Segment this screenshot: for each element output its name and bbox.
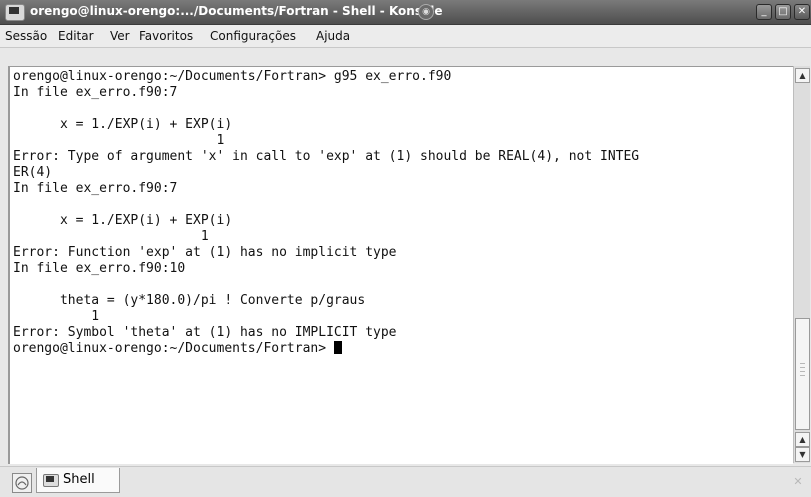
- pin-icon[interactable]: ◉: [418, 4, 434, 20]
- menu-editar[interactable]: Editar: [58, 29, 94, 43]
- scrollbar-thumb[interactable]: [795, 318, 810, 430]
- scrollbar-grip: [800, 363, 805, 364]
- terminal-line: In file ex_erro.f90:7: [13, 181, 178, 196]
- terminal-line: 1: [13, 229, 209, 244]
- terminal-line: In file ex_erro.f90:7: [13, 85, 178, 100]
- terminal-line: 1: [13, 309, 100, 324]
- maximize-button[interactable]: □: [775, 4, 791, 20]
- scroll-down-button[interactable]: ▼: [795, 447, 810, 462]
- terminal-line: Error: Type of argument 'x' in call to '…: [13, 149, 640, 164]
- scroll-up-button[interactable]: ▲: [795, 68, 810, 83]
- terminal-line: Error: Function 'exp' at (1) has no impl…: [13, 245, 397, 260]
- menu-favoritos[interactable]: Favoritos: [139, 29, 193, 43]
- menu-sessao[interactable]: Sessão: [5, 29, 47, 43]
- new-session-button[interactable]: [12, 473, 32, 493]
- scrollbar-grip: [800, 371, 805, 372]
- close-session-button[interactable]: ✕: [791, 475, 805, 489]
- menu-configuracoes[interactable]: Configurações: [210, 29, 296, 43]
- menu-bar: Sessão Editar Ver Favoritos Configuraçõe…: [0, 25, 811, 48]
- terminal-icon: [43, 474, 59, 487]
- terminal-line: Error: Symbol 'theta' at (1) has no IMPL…: [13, 325, 397, 340]
- terminal-line: 1: [13, 133, 225, 148]
- terminal-line: In file ex_erro.f90:10: [13, 261, 186, 276]
- menu-ajuda[interactable]: Ajuda: [316, 29, 350, 43]
- terminal-prompt: orengo@linux-orengo:~/Documents/Fortran>: [13, 341, 334, 356]
- scrollbar-grip: [800, 367, 805, 368]
- terminal-line: x = 1./EXP(i) + EXP(i): [13, 213, 233, 228]
- session-tab-bar: Shell ✕: [0, 466, 811, 497]
- title-bar[interactable]: orengo@linux-orengo:.../Documents/Fortra…: [0, 0, 811, 25]
- terminal-line: theta = (y*180.0)/pi ! Converte p/graus: [13, 293, 366, 308]
- close-window-button[interactable]: ✕: [794, 4, 810, 20]
- tab-label: Shell: [63, 472, 95, 487]
- window-title: orengo@linux-orengo:.../Documents/Fortra…: [30, 4, 443, 18]
- tab-shell[interactable]: Shell: [36, 468, 120, 493]
- terminal-prompt-line: orengo@linux-orengo:~/Documents/Fortran>: [13, 341, 342, 357]
- terminal-line: x = 1./EXP(i) + EXP(i): [13, 117, 233, 132]
- konsole-app-icon[interactable]: [5, 4, 25, 21]
- vertical-scrollbar[interactable]: ▲ ▲ ▼: [793, 66, 810, 463]
- terminal-line: orengo@linux-orengo:~/Documents/Fortran>…: [13, 69, 452, 84]
- text-cursor: [333, 341, 342, 354]
- minimize-button[interactable]: _: [756, 4, 772, 20]
- terminal-output[interactable]: orengo@linux-orengo:~/Documents/Fortran>…: [8, 66, 793, 464]
- terminal-line: ER(4): [13, 165, 53, 180]
- menu-ver[interactable]: Ver: [110, 29, 130, 43]
- scrollbar-grip: [800, 375, 805, 376]
- scroll-up-button-lower[interactable]: ▲: [795, 432, 810, 447]
- new-session-icon: [15, 476, 29, 490]
